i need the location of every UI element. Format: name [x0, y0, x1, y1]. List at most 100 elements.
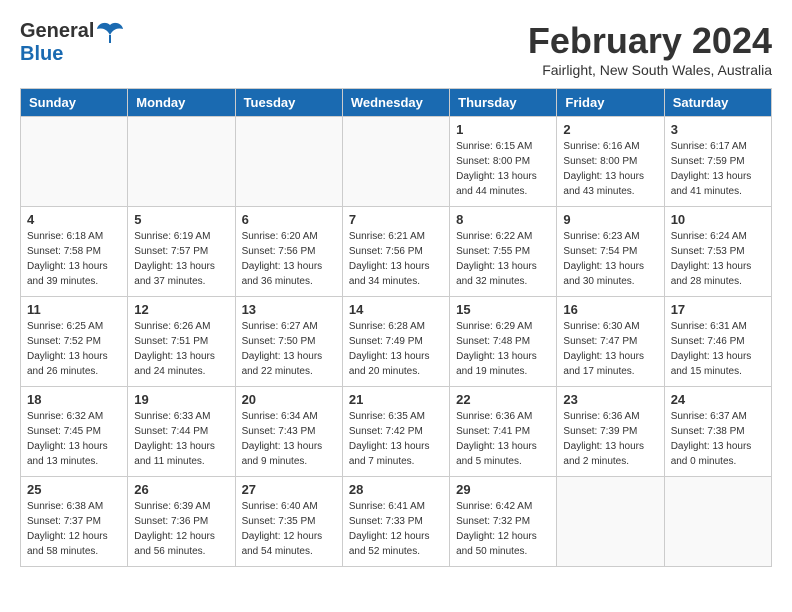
- location-subtitle: Fairlight, New South Wales, Australia: [528, 62, 772, 78]
- day-number: 11: [27, 302, 121, 317]
- calendar-cell: 6 Sunrise: 6:20 AM Sunset: 7:56 PM Daylig…: [235, 207, 342, 297]
- day-info: Sunrise: 6:17 AM Sunset: 7:59 PM Dayligh…: [671, 139, 765, 199]
- calendar-col-header: Sunday: [21, 89, 128, 117]
- calendar-cell: 29Sunrise: 6:42 AM Sunset: 7:32 PM Dayli…: [450, 477, 557, 567]
- calendar-cell: [557, 477, 664, 567]
- day-info: Sunrise: 6:28 AM Sunset: 7:49 PM Dayligh…: [349, 319, 443, 379]
- day-info: Sunrise: 6:35 AM Sunset: 7:42 PM Dayligh…: [349, 409, 443, 469]
- logo: General Blue: [20, 20, 124, 66]
- calendar-col-header: Tuesday: [235, 89, 342, 117]
- day-number: 4: [27, 212, 121, 227]
- day-info: Sunrise: 6:22 AM Sunset: 7:55 PM Dayligh…: [456, 229, 550, 289]
- day-info: Sunrise: 6:26 AM Sunset: 7:51 PM Dayligh…: [134, 319, 228, 379]
- day-info: Sunrise: 6:30 AM Sunset: 7:47 PM Dayligh…: [563, 319, 657, 379]
- day-number: 16: [563, 302, 657, 317]
- day-number: 15: [456, 302, 550, 317]
- calendar-cell: [235, 117, 342, 207]
- calendar-week-row: 1 Sunrise: 6:15 AM Sunset: 8:00 PM Daylig…: [21, 117, 772, 207]
- day-info: Sunrise: 6:36 AM Sunset: 7:41 PM Dayligh…: [456, 409, 550, 469]
- logo-general-text: General: [20, 20, 94, 43]
- day-info: Sunrise: 6:25 AM Sunset: 7:52 PM Dayligh…: [27, 319, 121, 379]
- day-info: Sunrise: 6:15 AM Sunset: 8:00 PM Dayligh…: [456, 139, 550, 199]
- day-number: 13: [242, 302, 336, 317]
- day-number: 14: [349, 302, 443, 317]
- day-info: Sunrise: 6:40 AM Sunset: 7:35 PM Dayligh…: [242, 499, 336, 559]
- day-number: 21: [349, 392, 443, 407]
- calendar-cell: 3 Sunrise: 6:17 AM Sunset: 7:59 PM Daylig…: [664, 117, 771, 207]
- day-info: Sunrise: 6:36 AM Sunset: 7:39 PM Dayligh…: [563, 409, 657, 469]
- day-info: Sunrise: 6:21 AM Sunset: 7:56 PM Dayligh…: [349, 229, 443, 289]
- calendar-cell: 16 Sunrise: 6:30 AM Sunset: 7:47 PM Dayli…: [557, 297, 664, 387]
- calendar-cell: 18 Sunrise: 6:32 AM Sunset: 7:45 PM Dayli…: [21, 387, 128, 477]
- day-number: 7: [349, 212, 443, 227]
- calendar-cell: 9 Sunrise: 6:23 AM Sunset: 7:54 PM Daylig…: [557, 207, 664, 297]
- day-number: 2: [563, 122, 657, 137]
- page-header: General Blue February 2024 Fairlight, Ne…: [20, 20, 772, 78]
- logo-blue-text: Blue: [20, 43, 63, 65]
- day-info: Sunrise: 6:19 AM Sunset: 7:57 PM Dayligh…: [134, 229, 228, 289]
- day-number: 17: [671, 302, 765, 317]
- calendar-cell: 8Sunrise: 6:22 AM Sunset: 7:55 PM Daylig…: [450, 207, 557, 297]
- day-info: Sunrise: 6:16 AM Sunset: 8:00 PM Dayligh…: [563, 139, 657, 199]
- logo-bird-icon: [96, 21, 124, 43]
- day-number: 12: [134, 302, 228, 317]
- calendar-cell: 10Sunrise: 6:24 AM Sunset: 7:53 PM Dayli…: [664, 207, 771, 297]
- day-info: Sunrise: 6:33 AM Sunset: 7:44 PM Dayligh…: [134, 409, 228, 469]
- calendar-cell: [21, 117, 128, 207]
- calendar-cell: 2 Sunrise: 6:16 AM Sunset: 8:00 PM Daylig…: [557, 117, 664, 207]
- day-number: 23: [563, 392, 657, 407]
- day-info: Sunrise: 6:24 AM Sunset: 7:53 PM Dayligh…: [671, 229, 765, 289]
- calendar-cell: 13 Sunrise: 6:27 AM Sunset: 7:50 PM Dayli…: [235, 297, 342, 387]
- day-number: 29: [456, 482, 550, 497]
- calendar-cell: [664, 477, 771, 567]
- day-info: Sunrise: 6:20 AM Sunset: 7:56 PM Dayligh…: [242, 229, 336, 289]
- day-number: 20: [242, 392, 336, 407]
- calendar-cell: 12 Sunrise: 6:26 AM Sunset: 7:51 PM Dayli…: [128, 297, 235, 387]
- calendar-col-header: Friday: [557, 89, 664, 117]
- day-info: Sunrise: 6:27 AM Sunset: 7:50 PM Dayligh…: [242, 319, 336, 379]
- day-number: 27: [242, 482, 336, 497]
- calendar-cell: 11 Sunrise: 6:25 AM Sunset: 7:52 PM Dayli…: [21, 297, 128, 387]
- day-number: 6: [242, 212, 336, 227]
- day-info: Sunrise: 6:37 AM Sunset: 7:38 PM Dayligh…: [671, 409, 765, 469]
- calendar-cell: 14 Sunrise: 6:28 AM Sunset: 7:49 PM Dayli…: [342, 297, 449, 387]
- day-info: Sunrise: 6:34 AM Sunset: 7:43 PM Dayligh…: [242, 409, 336, 469]
- day-number: 3: [671, 122, 765, 137]
- calendar-cell: 23 Sunrise: 6:36 AM Sunset: 7:39 PM Dayli…: [557, 387, 664, 477]
- day-info: Sunrise: 6:18 AM Sunset: 7:58 PM Dayligh…: [27, 229, 121, 289]
- calendar-cell: 4 Sunrise: 6:18 AM Sunset: 7:58 PM Daylig…: [21, 207, 128, 297]
- day-info: Sunrise: 6:32 AM Sunset: 7:45 PM Dayligh…: [27, 409, 121, 469]
- day-number: 18: [27, 392, 121, 407]
- calendar-cell: 15 Sunrise: 6:29 AM Sunset: 7:48 PM Dayli…: [450, 297, 557, 387]
- day-info: Sunrise: 6:23 AM Sunset: 7:54 PM Dayligh…: [563, 229, 657, 289]
- calendar-cell: 5 Sunrise: 6:19 AM Sunset: 7:57 PM Daylig…: [128, 207, 235, 297]
- calendar-col-header: Monday: [128, 89, 235, 117]
- calendar-week-row: 25 Sunrise: 6:38 AM Sunset: 7:37 PM Dayli…: [21, 477, 772, 567]
- day-number: 1: [456, 122, 550, 137]
- day-number: 28: [349, 482, 443, 497]
- calendar-cell: 25 Sunrise: 6:38 AM Sunset: 7:37 PM Dayli…: [21, 477, 128, 567]
- day-info: Sunrise: 6:29 AM Sunset: 7:48 PM Dayligh…: [456, 319, 550, 379]
- calendar-cell: 19Sunrise: 6:33 AM Sunset: 7:44 PM Dayli…: [128, 387, 235, 477]
- calendar-cell: 28 Sunrise: 6:41 AM Sunset: 7:33 PM Dayli…: [342, 477, 449, 567]
- calendar-cell: 7 Sunrise: 6:21 AM Sunset: 7:56 PM Daylig…: [342, 207, 449, 297]
- calendar-cell: 27 Sunrise: 6:40 AM Sunset: 7:35 PM Dayli…: [235, 477, 342, 567]
- title-block: February 2024 Fairlight, New South Wales…: [528, 20, 772, 78]
- day-info: Sunrise: 6:39 AM Sunset: 7:36 PM Dayligh…: [134, 499, 228, 559]
- calendar-cell: [342, 117, 449, 207]
- month-year-title: February 2024: [528, 20, 772, 62]
- day-info: Sunrise: 6:38 AM Sunset: 7:37 PM Dayligh…: [27, 499, 121, 559]
- day-number: 9: [563, 212, 657, 227]
- calendar-cell: 22Sunrise: 6:36 AM Sunset: 7:41 PM Dayli…: [450, 387, 557, 477]
- day-number: 26: [134, 482, 228, 497]
- calendar-cell: 17Sunrise: 6:31 AM Sunset: 7:46 PM Dayli…: [664, 297, 771, 387]
- calendar-table: SundayMondayTuesdayWednesdayThursdayFrid…: [20, 88, 772, 567]
- day-number: 5: [134, 212, 228, 227]
- calendar-cell: 20 Sunrise: 6:34 AM Sunset: 7:43 PM Dayli…: [235, 387, 342, 477]
- calendar-week-row: 4 Sunrise: 6:18 AM Sunset: 7:58 PM Daylig…: [21, 207, 772, 297]
- day-info: Sunrise: 6:41 AM Sunset: 7:33 PM Dayligh…: [349, 499, 443, 559]
- calendar-cell: [128, 117, 235, 207]
- calendar-col-header: Saturday: [664, 89, 771, 117]
- calendar-col-header: Wednesday: [342, 89, 449, 117]
- day-number: 25: [27, 482, 121, 497]
